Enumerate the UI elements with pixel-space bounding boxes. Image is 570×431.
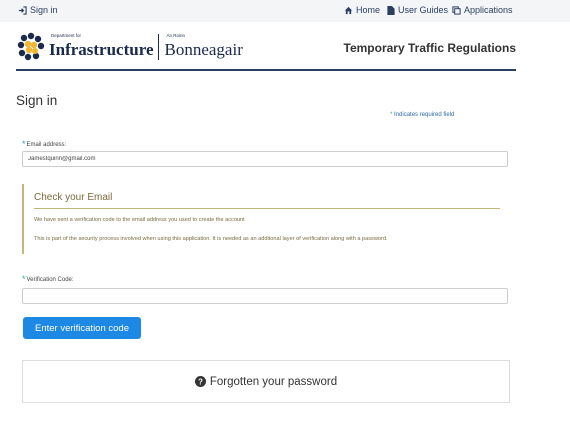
applications-icon (452, 5, 461, 15)
sign-in-icon (18, 5, 27, 15)
header-divider (16, 69, 516, 71)
sign-in-link-label: Sign in (30, 5, 58, 15)
org-name-irish-label: Bonneagair (164, 39, 243, 59)
email-field[interactable] (22, 151, 508, 167)
alert-divider (34, 208, 500, 209)
user-guides-link[interactable]: User Guides (387, 5, 448, 15)
app-title: Temporary Traffic Regulations (343, 41, 516, 55)
verification-code-label: *Verification Code: (22, 273, 74, 284)
applications-link-label: Applications (464, 5, 513, 15)
page-title: Sign in (16, 93, 58, 108)
org-name-english: Department for Infrastructure (49, 32, 154, 60)
home-icon (344, 6, 353, 14)
org-small-text-irish: An Roinn (166, 32, 186, 38)
org-name-irish: An Roinn Bonneagair (164, 32, 243, 60)
verification-code-field[interactable] (22, 288, 508, 304)
org-small-text: Department for (51, 32, 82, 38)
hexagon-logo-icon (17, 32, 45, 61)
home-link-label: Home (356, 5, 381, 15)
required-marker: * (22, 274, 26, 284)
check-email-alert: Check your Email We have sent a verifica… (22, 184, 510, 254)
top-nav-bar: Sign in Home User Guides Applications (0, 0, 570, 22)
alert-message-1: We have sent a verification code to the … (34, 217, 245, 223)
enter-verification-code-button[interactable]: Enter verification code (23, 317, 141, 339)
email-label: *Email address: (22, 138, 67, 149)
alert-title: Check your Email (34, 192, 113, 203)
applications-link[interactable]: Applications (452, 5, 513, 15)
user-guides-link-label: User Guides (398, 5, 449, 15)
required-marker: * (22, 139, 26, 149)
forgotten-password-link[interactable]: ? Forgotten your password (22, 360, 510, 403)
svg-text:?: ? (198, 377, 203, 386)
forgotten-password-label: Forgotten your password (209, 375, 338, 388)
home-link[interactable]: Home (344, 5, 380, 15)
site-header: Department for Infrastructure An Roinn B… (0, 22, 570, 70)
verification-label-text: Verification Code: (26, 277, 74, 283)
alert-message-2: This is part of the security process inv… (34, 236, 388, 242)
question-circle-icon: ? (194, 376, 206, 387)
required-field-note: * Indicates required field (390, 112, 454, 118)
department-logo[interactable]: Department for Infrastructure An Roinn B… (16, 32, 243, 62)
sign-in-link[interactable]: Sign in (18, 5, 58, 15)
file-icon (387, 5, 395, 15)
required-marker: * (390, 112, 393, 118)
required-note-text: Indicates required field (394, 112, 455, 118)
logo-divider (157, 34, 159, 60)
org-name: Infrastructure (49, 39, 154, 59)
email-label-text: Email address: (26, 142, 67, 148)
